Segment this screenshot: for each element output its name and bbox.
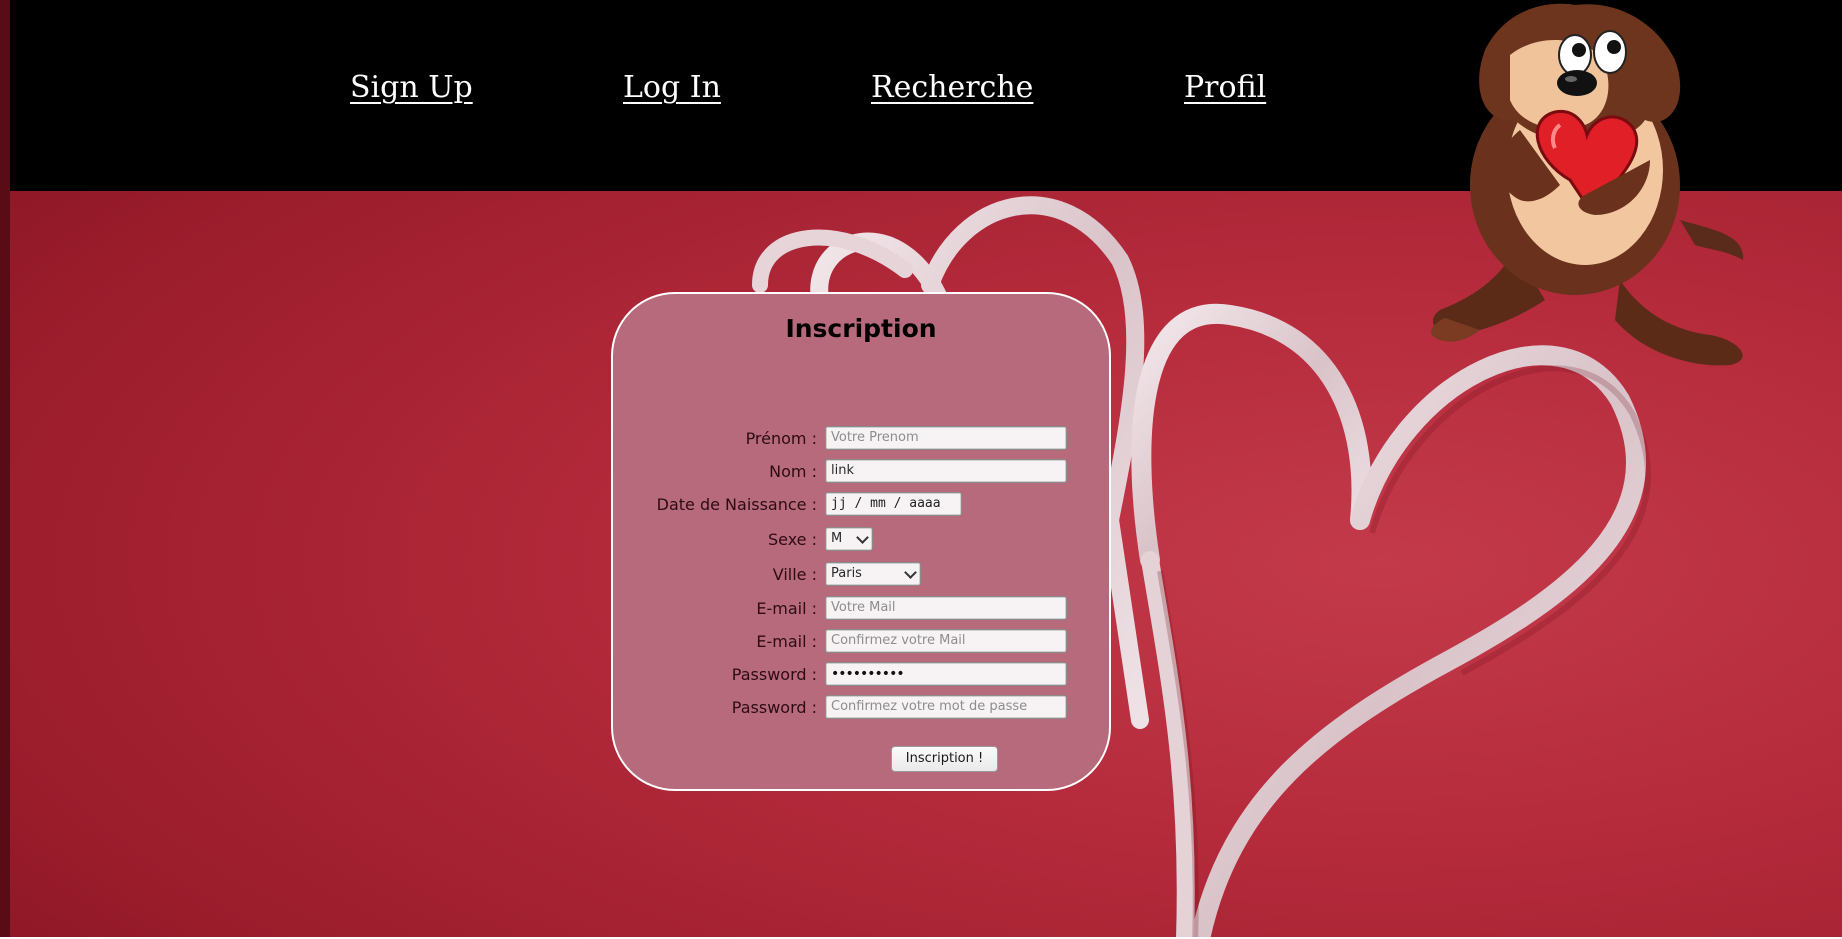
password-label: Password : bbox=[731, 665, 817, 684]
row-email: E-mail : Votre Mail bbox=[613, 595, 1109, 625]
registration-form-panel: Inscription Prénom : Votre Prenom Nom : … bbox=[611, 292, 1111, 791]
date-naissance-label: Date de Naissance : bbox=[656, 495, 817, 514]
row-date-naissance: Date de Naissance : jj / mm / aaaa bbox=[613, 491, 1109, 521]
mascot-holding-heart-image bbox=[1430, 3, 1744, 366]
page: Sign Up Log In Recherche Profil Inscript… bbox=[0, 0, 1842, 939]
ville-label: Ville : bbox=[772, 565, 817, 584]
nom-label: Nom : bbox=[769, 462, 817, 481]
nav-link-sign-up[interactable]: Sign Up bbox=[350, 70, 473, 105]
nav-link-recherche[interactable]: Recherche bbox=[871, 70, 1033, 105]
sexe-select[interactable]: M bbox=[825, 527, 873, 551]
password-confirm-label: Password : bbox=[731, 698, 817, 717]
password-confirm-input[interactable]: Confirmez votre mot de passe bbox=[825, 695, 1067, 719]
row-password-confirm: Password : Confirmez votre mot de passe bbox=[613, 694, 1109, 724]
inscription-submit-button[interactable]: Inscription ! bbox=[891, 746, 998, 772]
ville-select-value: Paris bbox=[831, 566, 862, 581]
row-ville: Ville : Paris bbox=[613, 561, 1109, 591]
row-email-confirm: E-mail : Confirmez votre Mail bbox=[613, 628, 1109, 658]
email-confirm-input[interactable]: Confirmez votre Mail bbox=[825, 629, 1067, 653]
chevron-down-icon bbox=[856, 531, 869, 544]
date-naissance-input[interactable]: jj / mm / aaaa bbox=[825, 492, 962, 516]
sexe-select-value: M bbox=[831, 531, 843, 546]
password-input[interactable]: •••••••••• bbox=[825, 662, 1067, 686]
row-sexe: Sexe : M bbox=[613, 526, 1109, 556]
email-confirm-label: E-mail : bbox=[756, 632, 817, 651]
email-label: E-mail : bbox=[756, 599, 817, 618]
row-password: Password : •••••••••• bbox=[613, 661, 1109, 691]
email-input[interactable]: Votre Mail bbox=[825, 596, 1067, 620]
form-title: Inscription bbox=[785, 314, 937, 343]
sexe-label: Sexe : bbox=[767, 530, 817, 549]
chevron-down-icon bbox=[904, 566, 917, 579]
nav-link-log-in[interactable]: Log In bbox=[623, 70, 721, 105]
left-border bbox=[0, 0, 10, 939]
prenom-label: Prénom : bbox=[745, 429, 817, 448]
nom-input[interactable]: link bbox=[825, 459, 1067, 483]
prenom-input[interactable]: Votre Prenom bbox=[825, 426, 1067, 450]
ville-select[interactable]: Paris bbox=[825, 562, 921, 586]
row-prenom: Prénom : Votre Prenom bbox=[613, 425, 1109, 455]
row-nom: Nom : link bbox=[613, 458, 1109, 488]
nav-link-profil[interactable]: Profil bbox=[1184, 70, 1266, 105]
